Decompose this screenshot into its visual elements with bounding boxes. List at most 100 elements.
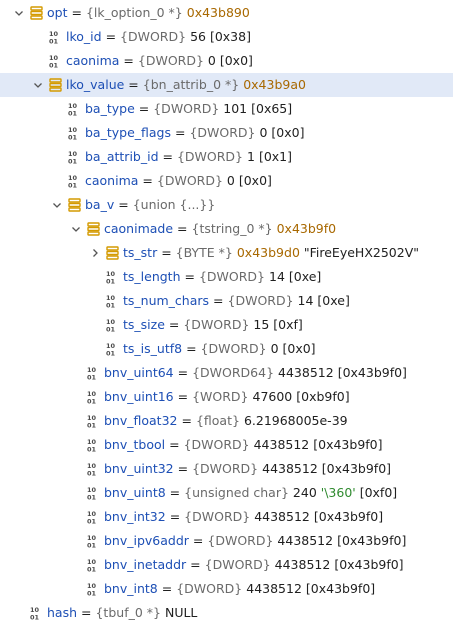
tree-row-bnv_int8[interactable]: 10 01 bnv_int8 = {DWORD} 4438512 [0x43b9f0… (0, 577, 453, 601)
chevron-down-icon[interactable] (69, 217, 83, 241)
variable-type: {DWORD} (137, 53, 204, 68)
hex-value: [0x38] (209, 29, 251, 44)
hex-value: [0x0] (271, 125, 305, 140)
row-text: ba_v = {union {...}} (85, 193, 215, 217)
equals-sign: = (71, 5, 82, 20)
tree-row-ba_attrib_id[interactable]: 10 01 ba_attrib_id = {DWORD} 1 [0x1] (0, 145, 453, 169)
numeric-field-icon: 10 01 (68, 150, 81, 164)
tree-row-lko_value[interactable]: lko_value = {bn_attrib_0 *} 0x43b9a0 (0, 73, 453, 97)
variable-value: 4438512 (278, 365, 334, 380)
svg-text:01: 01 (106, 350, 116, 357)
row-text: ts_size = {DWORD} 15 [0xf] (123, 313, 303, 337)
row-text: bnv_ipv6addr = {DWORD} 4438512 [0x43b9f0… (104, 529, 406, 553)
row-text: ba_type = {DWORD} 101 [0x65] (85, 97, 292, 121)
numeric-field-icon: 10 01 (106, 270, 119, 284)
tree-row-ts_num_chars[interactable]: 10 01 ts_num_chars = {DWORD} 14 [0xe] (0, 289, 453, 313)
chevron-down-icon[interactable] (31, 73, 45, 97)
variable-value: 1 (247, 149, 255, 164)
variable-name: ts_num_chars (123, 293, 210, 308)
hex-value: [0xf] (273, 317, 303, 332)
numeric-field-icon: 10 01 (49, 30, 62, 44)
hex-value: [0x43b9f0] (321, 461, 392, 476)
variable-type: {DWORD} (192, 461, 259, 476)
numeric-field-icon: 10 01 (87, 390, 100, 404)
tree-row-ba_v[interactable]: ba_v = {union {...}} (0, 193, 453, 217)
hex-value: [0x65] (251, 101, 293, 116)
variable-value: 4438512 (262, 461, 318, 476)
numeric-field-icon: 10 01 (87, 366, 100, 380)
tree-row-bnv_uint64[interactable]: 10 01 bnv_uint64 = {DWORD64} 4438512 [0x43… (0, 361, 453, 385)
row-text: ba_type_flags = {DWORD} 0 [0x0] (85, 121, 304, 145)
tree-row-bnv_float32[interactable]: 10 01 bnv_float32 = {float} 6.21968005e-39 (0, 409, 453, 433)
svg-text:01: 01 (30, 614, 40, 621)
chevron-down-icon[interactable] (12, 1, 26, 25)
variable-name: caonimade (104, 221, 174, 236)
tree-row-caonima2[interactable]: 10 01 caonima = {DWORD} 0 [0x0] (0, 169, 453, 193)
row-text: ts_is_utf8 = {DWORD} 0 [0x0] (123, 337, 316, 361)
variable-value: 240 (292, 485, 317, 500)
tree-row-caonimade[interactable]: caonimade = {tstring_0 *} 0x43b9f0 (0, 217, 453, 241)
tree-row-lko_id[interactable]: 10 01 lko_id = {DWORD} 56 [0x38] (0, 25, 453, 49)
variable-value: 0x43b9f0 (276, 221, 337, 236)
svg-text:01: 01 (87, 470, 97, 477)
struct-icon (106, 246, 119, 260)
tree-row-ts_str[interactable]: ts_str = {BYTE *} 0x43b9d0 "FireEyeHX250… (0, 241, 453, 265)
numeric-field-icon: 10 01 (30, 606, 43, 620)
variable-value: 0 (207, 53, 216, 68)
chevron-right-icon[interactable] (88, 241, 102, 265)
variable-name: ts_str (123, 245, 158, 260)
variable-name: ba_attrib_id (85, 149, 159, 164)
tree-row-bnv_int32[interactable]: 10 01 bnv_int32 = {DWORD} 4438512 [0x43b9f… (0, 505, 453, 529)
tree-row-ts_length[interactable]: 10 01 ts_length = {DWORD} 14 [0xe] (0, 265, 453, 289)
equals-sign: = (169, 485, 181, 500)
variable-value: NULL (164, 605, 198, 620)
tree-row-opt[interactable]: opt = {lk_option_0 *} 0x43b890 (0, 1, 453, 25)
numeric-field-icon: 10 01 (87, 414, 100, 428)
numeric-field-icon: 10 01 (106, 342, 119, 356)
variable-name: bnv_float32 (104, 413, 178, 428)
hex-value: [0x43b9f0] (313, 437, 383, 452)
variable-type: {DWORD} (120, 29, 187, 44)
tree-row-bnv_inetaddr[interactable]: 10 01 bnv_inetaddr = {DWORD} 4438512 [0x43… (0, 553, 453, 577)
tree-row-bnv_tbool[interactable]: 10 01 bnv_tbool = {DWORD} 4438512 [0x43b9f… (0, 433, 453, 457)
hex-value: [0x43b9f0] (334, 557, 404, 572)
hex-value: [0xf0] (359, 485, 398, 500)
tree-row-ba_type_flags[interactable]: 10 01 ba_type_flags = {DWORD} 0 [0x0] (0, 121, 453, 145)
svg-text:01: 01 (87, 542, 97, 549)
row-text: bnv_int8 = {DWORD} 4438512 [0x43b9f0] (104, 577, 375, 601)
variable-name: bnv_uint32 (104, 461, 174, 476)
tree-row-hash[interactable]: 10 01 hash = {tbuf_0 *} NULL (0, 601, 453, 625)
tree-row-caonima1[interactable]: 10 01 caonima = {DWORD} 0 [0x0] (0, 49, 453, 73)
variable-type: {tbuf_0 *} (95, 605, 161, 620)
variable-name: ts_length (123, 269, 181, 284)
tree-row-ts_size[interactable]: 10 01 ts_size = {DWORD} 15 [0xf] (0, 313, 453, 337)
variable-type: {DWORD} (176, 581, 243, 596)
equals-sign: = (177, 365, 189, 380)
variable-name: lko_value (66, 77, 125, 92)
svg-text:01: 01 (68, 134, 78, 141)
hex-value: [0x43b9f0] (305, 581, 376, 596)
hex-value: [0x43b9f0] (313, 509, 384, 524)
equals-sign: = (184, 269, 195, 284)
variable-value: 4438512 (274, 557, 331, 572)
row-text: bnv_float32 = {float} 6.21968005e-39 (104, 409, 348, 433)
row-text: lko_value = {bn_attrib_0 *} 0x43b9a0 (66, 73, 306, 97)
chevron-down-icon[interactable] (50, 193, 64, 217)
svg-text:01: 01 (87, 566, 97, 573)
string-value: "FireEyeHX2502V" (303, 245, 419, 260)
tree-row-ts_is_utf8[interactable]: 10 01 ts_is_utf8 = {DWORD} 0 [0x0] (0, 337, 453, 361)
variable-value: 0x43b9d0 (236, 245, 300, 260)
tree-row-bnv_ipv6addr[interactable]: 10 01 bnv_ipv6addr = {DWORD} 4438512 [0x43… (0, 529, 453, 553)
equals-sign: = (161, 581, 173, 596)
variable-value: 4438512 (253, 437, 310, 452)
tree-row-bnv_uint8[interactable]: 10 01 bnv_uint8 = {unsigned char} 240 '\36… (0, 481, 453, 505)
equals-sign: = (174, 125, 186, 140)
tree-row-bnv_uint16[interactable]: 10 01 bnv_uint16 = {WORD} 47600 [0xb9f0] (0, 385, 453, 409)
tree-row-bnv_uint32[interactable]: 10 01 bnv_uint32 = {DWORD} 4438512 [0x43b9… (0, 457, 453, 481)
variable-name: opt (47, 5, 68, 20)
variable-name: ba_type (85, 101, 135, 116)
numeric-field-icon: 10 01 (87, 558, 100, 572)
tree-row-ba_type[interactable]: 10 01 ba_type = {DWORD} 101 [0x65] (0, 97, 453, 121)
variable-type: {tstring_0 *} (191, 221, 273, 236)
svg-text:01: 01 (87, 398, 97, 405)
